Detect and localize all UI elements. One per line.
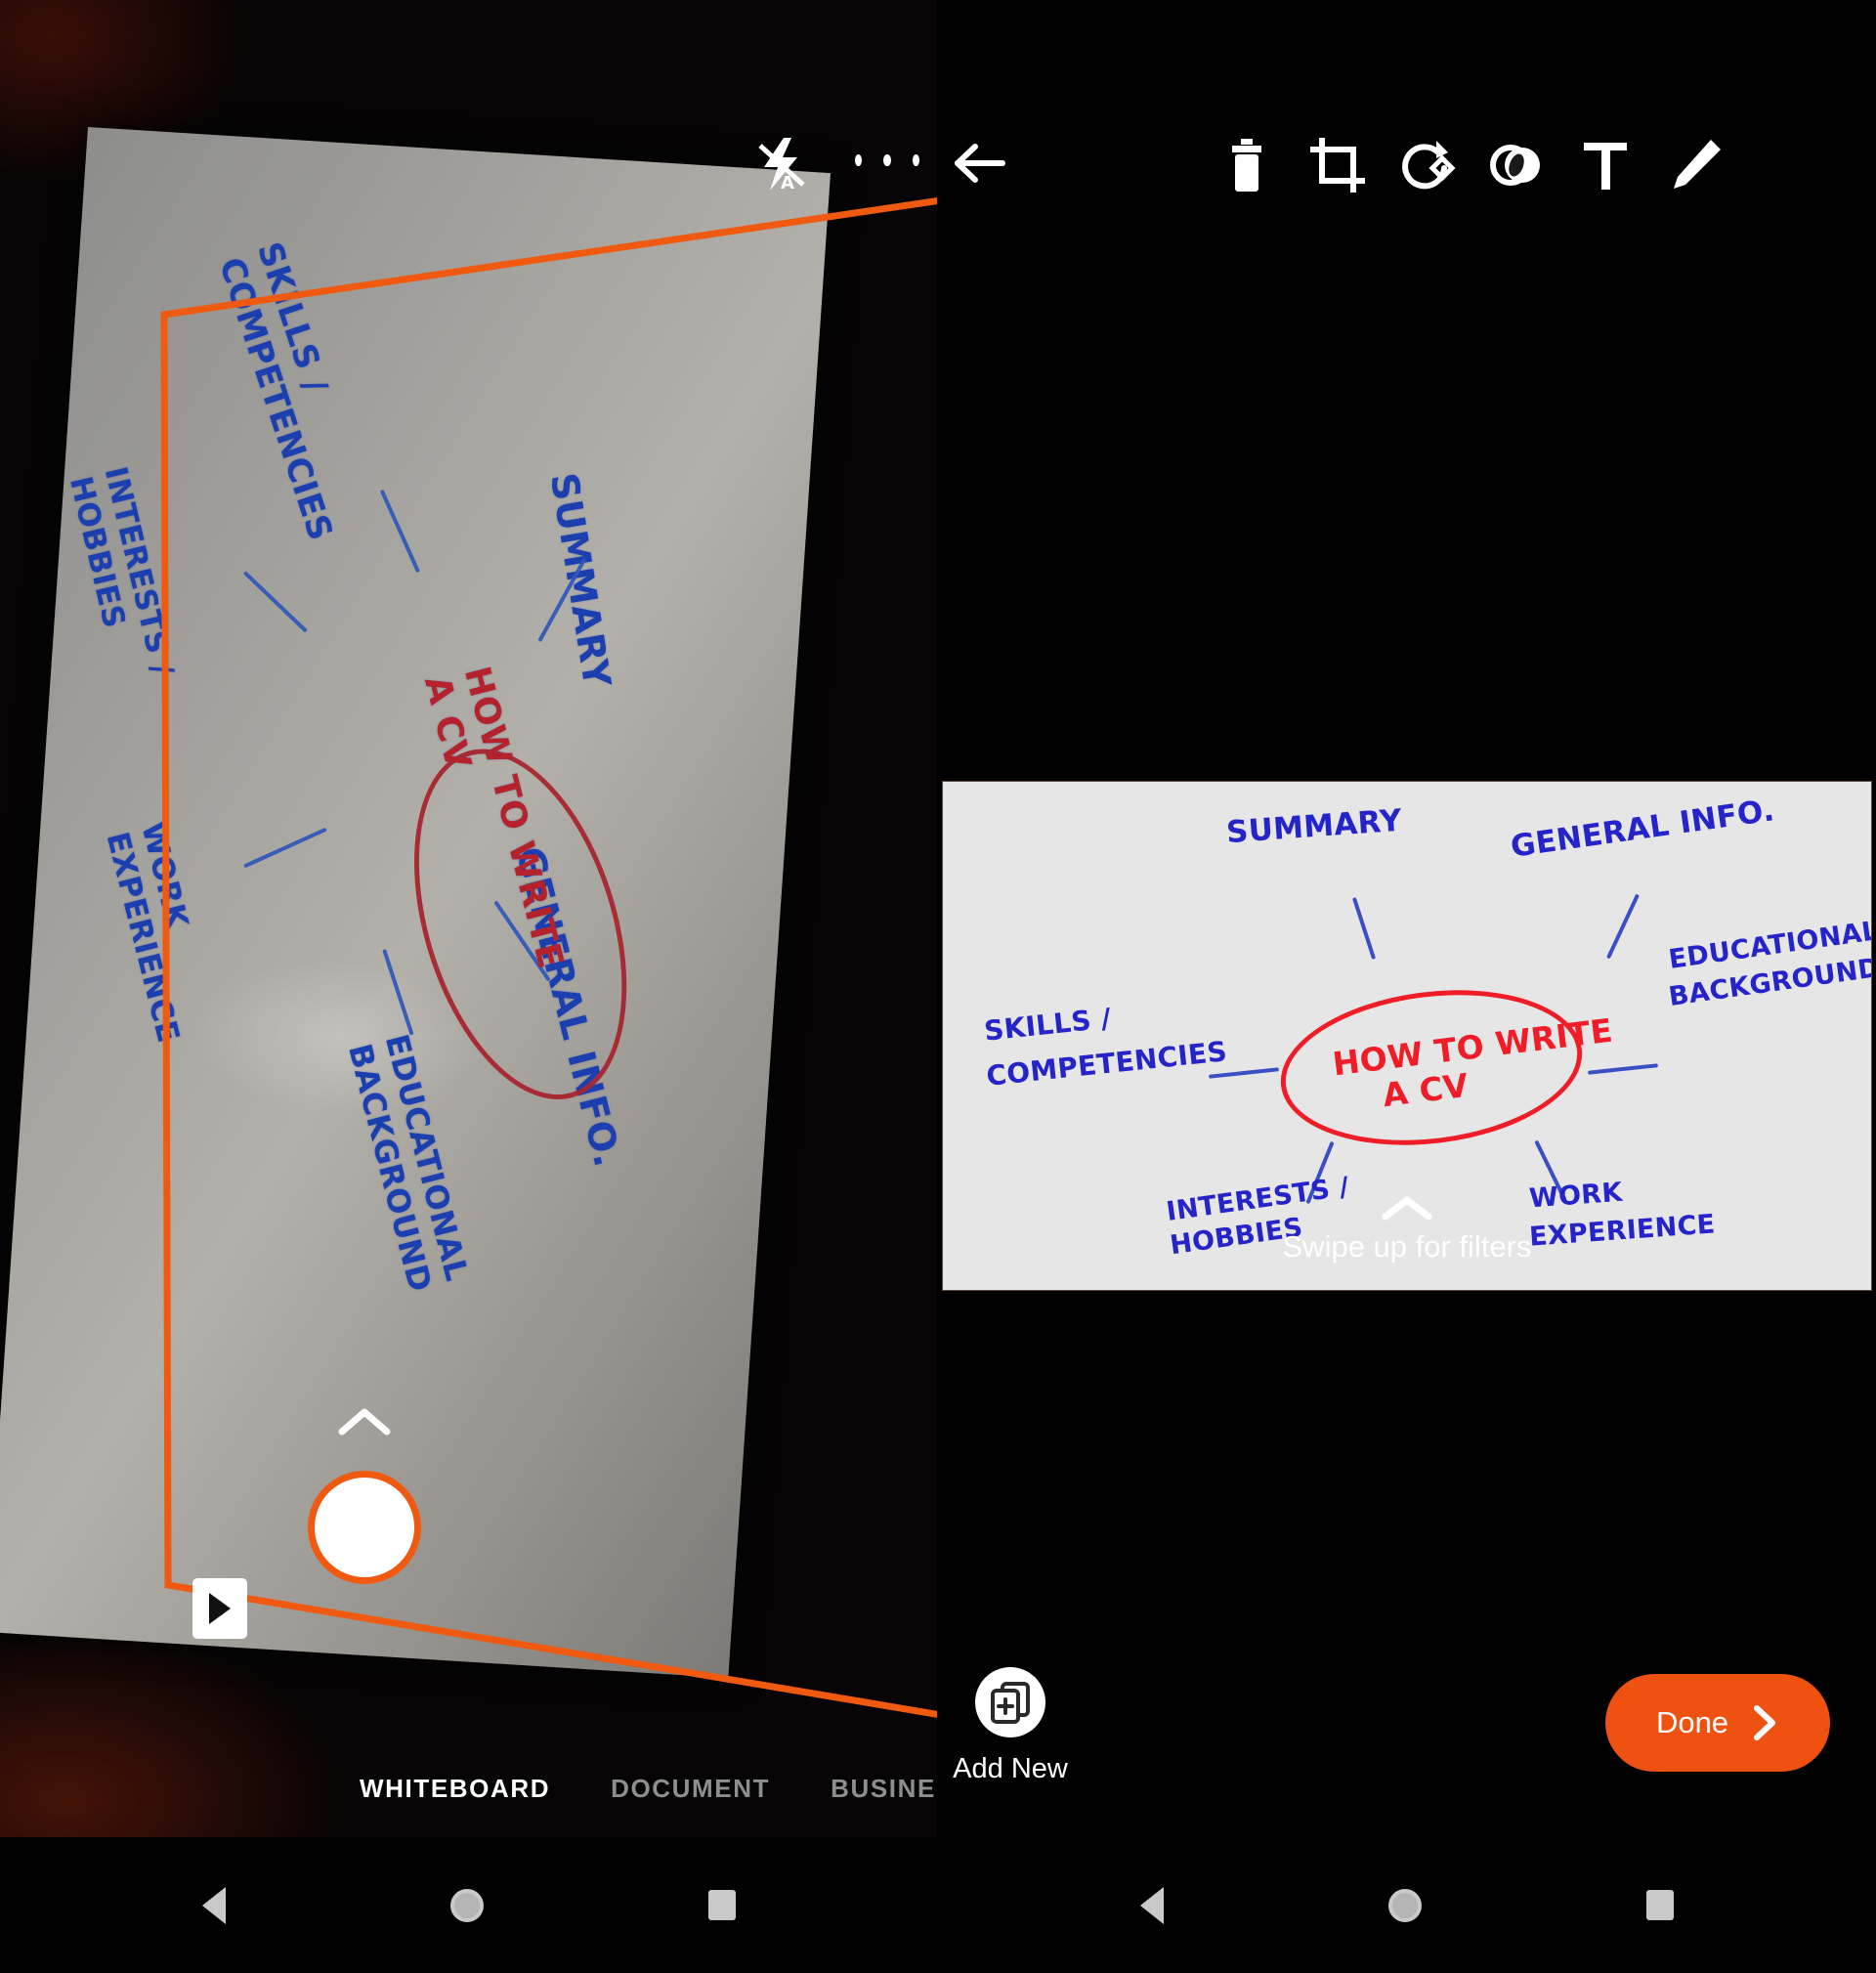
add-page-icon <box>975 1667 1045 1737</box>
mindmap-node-work: WORK <box>1528 1177 1624 1215</box>
back-arrow-icon[interactable] <box>948 137 1010 190</box>
camera-mode-whiteboard[interactable]: WHITEBOARD <box>360 1774 550 1804</box>
mm-spoke-skills <box>1208 1067 1280 1079</box>
delete-icon[interactable] <box>1219 135 1274 195</box>
mindmap-node-general-info: GENERAL INFO. <box>1508 793 1777 865</box>
board-spoke-skills <box>379 489 421 574</box>
mindmap-node-competencies: COMPETENCIES <box>984 1035 1229 1093</box>
camera-mode-document[interactable]: DOCUMENT <box>611 1774 770 1804</box>
more-options-icon[interactable] <box>855 149 919 172</box>
chevron-right-icon <box>1754 1705 1776 1740</box>
nav-back-icon-2[interactable] <box>1140 1886 1164 1924</box>
nav-recents-icon[interactable] <box>708 1890 736 1920</box>
adjust-icon[interactable] <box>1485 135 1546 195</box>
editor-topbar <box>938 0 1876 195</box>
nav-home-icon[interactable] <box>450 1888 484 1922</box>
done-button[interactable]: Done <box>1605 1674 1830 1772</box>
nav-recents-icon-2[interactable] <box>1646 1890 1674 1920</box>
camera-viewfinder[interactable]: SKILLS / COMPETENCIES INTERESTS / HOBBIE… <box>0 0 938 1837</box>
camera-pane: SKILLS / COMPETENCIES INTERESTS / HOBBIE… <box>0 0 938 1837</box>
app-screen: SKILLS / COMPETENCIES INTERESTS / HOBBIE… <box>0 0 1876 1973</box>
filters-chevron-up-icon[interactable] <box>1380 1194 1434 1222</box>
crop-icon[interactable] <box>1307 135 1368 195</box>
board-spoke-work <box>243 827 327 869</box>
mm-spoke-summary <box>1351 896 1377 961</box>
gallery-arrow-icon <box>209 1593 231 1624</box>
board-spoke-interests <box>242 571 309 633</box>
svg-text:A: A <box>781 173 794 193</box>
gallery-thumbnail[interactable] <box>192 1578 247 1639</box>
mm-spoke-education <box>1587 1063 1659 1075</box>
mindmap-node-skills: SKILLS / <box>982 1002 1113 1048</box>
done-label: Done <box>1655 1705 1729 1739</box>
pen-icon[interactable] <box>1665 135 1726 195</box>
swipe-up-hint: Swipe up for filters <box>1282 1229 1532 1264</box>
android-navbar-right <box>938 1837 1876 1973</box>
text-icon[interactable] <box>1575 135 1636 195</box>
camera-topbar: A <box>0 0 938 195</box>
nav-back-icon[interactable] <box>202 1886 226 1924</box>
mindmap-node-summary: SUMMARY <box>1224 802 1403 851</box>
camera-mode-tabs[interactable]: WHITEBOARD DOCUMENT BUSINE <box>0 1754 938 1823</box>
editor-pane: HOW TO WRITE A CV SUMMARY GENERAL INFO. … <box>938 0 1876 1837</box>
rotate-icon[interactable] <box>1397 135 1458 195</box>
nav-home-icon-2[interactable] <box>1388 1888 1422 1922</box>
android-navbar-left <box>0 1837 938 1973</box>
mm-spoke-general <box>1605 893 1641 960</box>
camera-filters-chevron-up-icon[interactable] <box>337 1407 392 1437</box>
add-new-label: Add New <box>953 1753 1068 1784</box>
whiteboard-surface: SKILLS / COMPETENCIES INTERESTS / HOBBIE… <box>0 127 831 1679</box>
shutter-button[interactable] <box>308 1471 421 1584</box>
board-text-summary: SUMMARY <box>541 469 619 691</box>
flash-auto-off-icon[interactable]: A <box>752 132 811 196</box>
